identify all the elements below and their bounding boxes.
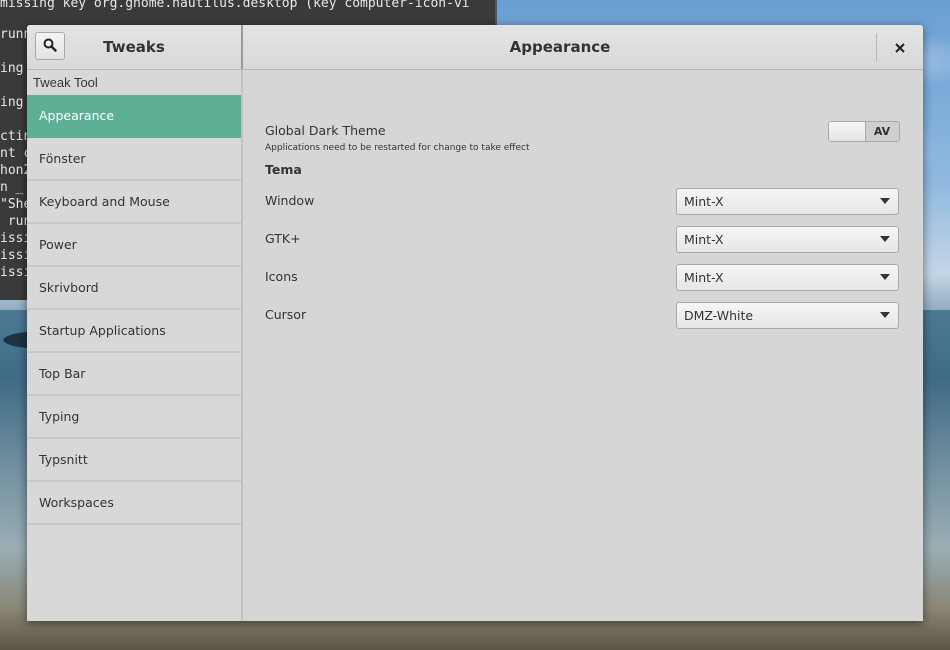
sidebar-item-label: Typing <box>39 409 80 424</box>
sidebar-item-label: Startup Applications <box>39 323 166 338</box>
chevron-down-icon <box>880 312 890 318</box>
tweaks-window: Tweaks Appearance Tweak Tool Appearance … <box>27 25 923 621</box>
window-theme-label: Window <box>265 193 315 208</box>
theme-section-title: Tema <box>265 162 302 177</box>
switch-state-label: AV <box>873 125 891 138</box>
sidebar: Tweak Tool Appearance Fönster Keyboard a… <box>27 70 243 621</box>
chevron-down-icon <box>880 198 890 204</box>
sidebar-item-label: Power <box>39 237 77 252</box>
sidebar-item-typing[interactable]: Typing <box>27 396 241 439</box>
chevron-down-icon <box>880 236 890 242</box>
sidebar-item-appearance[interactable]: Appearance <box>27 95 241 138</box>
dark-theme-label: Global Dark Theme <box>265 123 386 138</box>
window-theme-dropdown[interactable]: Mint-X <box>676 188 899 215</box>
chevron-down-icon <box>880 274 890 280</box>
sidebar-item-label: Workspaces <box>39 495 114 510</box>
sidebar-item-label: Keyboard and Mouse <box>39 194 170 209</box>
title-bar[interactable]: Tweaks Appearance <box>27 25 923 70</box>
gtk-theme-dropdown[interactable]: Mint-X <box>676 226 899 253</box>
icons-theme-label: Icons <box>265 269 298 284</box>
app-title: Tweaks <box>103 38 165 56</box>
sidebar-item-label: Top Bar <box>39 366 86 381</box>
sidebar-list: Appearance Fönster Keyboard and Mouse Po… <box>27 95 241 525</box>
sidebar-item-label: Skrivbord <box>39 280 99 295</box>
sidebar-item-typsnitt[interactable]: Typsnitt <box>27 439 241 482</box>
appearance-panel: Global Dark Theme Applications need to b… <box>243 70 923 621</box>
dark-theme-switch[interactable]: AV <box>828 121 900 142</box>
sidebar-header-bar: Tweaks <box>27 25 243 69</box>
sidebar-item-skrivbord[interactable]: Skrivbord <box>27 267 241 310</box>
sidebar-item-workspaces[interactable]: Workspaces <box>27 482 241 525</box>
dark-theme-note: Applications need to be restarted for ch… <box>265 143 530 153</box>
search-button[interactable] <box>35 32 65 60</box>
terminal-line: ing <box>0 95 24 110</box>
close-icon <box>895 38 905 57</box>
cursor-theme-label: Cursor <box>265 307 307 322</box>
sidebar-item-power[interactable]: Power <box>27 224 241 267</box>
terminal-line: missing key org.gnome.nautilus.desktop (… <box>0 0 470 11</box>
title-separator <box>876 33 877 61</box>
terminal-line: ing <box>0 61 24 76</box>
gtk-theme-label: GTK+ <box>265 231 301 246</box>
sidebar-heading: Tweak Tool <box>33 75 98 90</box>
dropdown-value: Mint-X <box>684 194 724 209</box>
sidebar-item-label: Typsnitt <box>39 452 88 467</box>
switch-knob <box>829 122 866 141</box>
sidebar-item-top-bar[interactable]: Top Bar <box>27 353 241 396</box>
close-button[interactable] <box>885 33 915 61</box>
dropdown-value: Mint-X <box>684 270 724 285</box>
terminal-line: n _ <box>0 180 24 195</box>
sidebar-item-label: Fönster <box>39 151 86 166</box>
page-title: Appearance <box>509 38 611 56</box>
sidebar-item-fonster[interactable]: Fönster <box>27 138 241 181</box>
dropdown-value: DMZ-White <box>684 308 754 323</box>
sidebar-item-startup-applications[interactable]: Startup Applications <box>27 310 241 353</box>
icons-theme-dropdown[interactable]: Mint-X <box>676 264 899 291</box>
cursor-theme-dropdown[interactable]: DMZ-White <box>676 302 899 329</box>
dropdown-value: Mint-X <box>684 232 724 247</box>
search-icon <box>43 37 57 56</box>
sidebar-item-label: Appearance <box>39 108 115 123</box>
sidebar-item-keyboard-and-mouse[interactable]: Keyboard and Mouse <box>27 181 241 224</box>
